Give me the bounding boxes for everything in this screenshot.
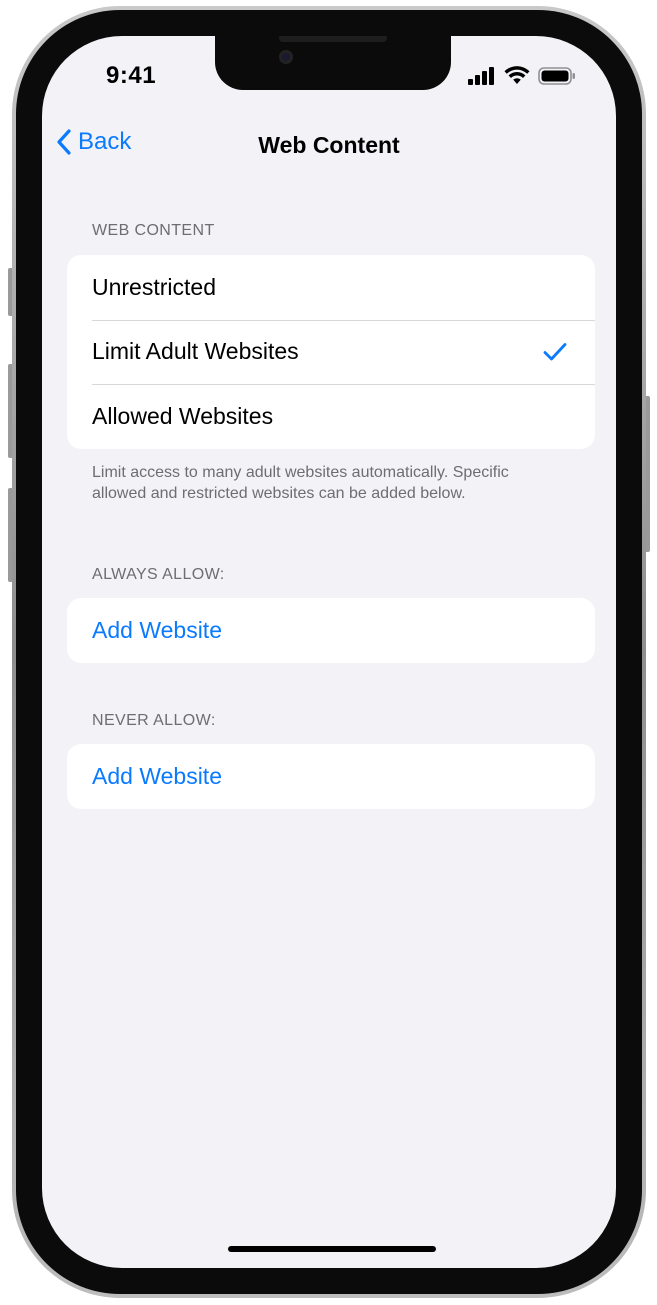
always-allow-section-header: ALWAYS ALLOW:	[92, 566, 225, 583]
phone-screen: 9:41 Back Web Content WEB CONTENT Unrest…	[42, 36, 616, 1268]
web-content-footer-text: Limit access to many adult websites auto…	[92, 464, 509, 502]
option-label: Limit Adult Websites	[92, 338, 299, 365]
earpiece-speaker	[279, 36, 387, 42]
home-indicator[interactable]	[228, 1246, 436, 1252]
always-allow-group: Add Website	[67, 598, 595, 663]
never-allow-group: Add Website	[67, 744, 595, 809]
notch	[215, 36, 451, 90]
option-label: Allowed Websites	[92, 402, 274, 429]
add-website-label: Add Website	[92, 762, 222, 789]
option-label: Unrestricted	[92, 273, 216, 300]
checkmark-icon	[543, 342, 567, 360]
phone-bezel: 9:41 Back Web Content WEB CONTENT Unrest…	[16, 10, 642, 1294]
cellular-signal-icon	[468, 66, 494, 85]
wifi-icon	[504, 66, 530, 84]
page-title: Web Content	[258, 132, 400, 158]
never-allow-section-header: NEVER ALLOW:	[92, 712, 216, 729]
battery-icon	[538, 66, 575, 85]
phone-frame: 9:41 Back Web Content WEB CONTENT Unrest…	[12, 6, 646, 1298]
status-time: 9:41	[106, 62, 157, 89]
option-unrestricted[interactable]: Unrestricted	[67, 255, 595, 320]
web-content-options-group: Unrestricted Limit Adult Websites Allowe…	[67, 255, 595, 449]
option-allowed-websites[interactable]: Allowed Websites	[67, 384, 595, 449]
option-limit-adult-websites[interactable]: Limit Adult Websites	[67, 319, 595, 385]
front-camera	[279, 50, 293, 64]
web-content-section-header: WEB CONTENT	[92, 222, 215, 239]
always-allow-add-website-button[interactable]: Add Website	[67, 598, 595, 663]
add-website-label: Add Website	[92, 616, 222, 643]
never-allow-add-website-button[interactable]: Add Website	[67, 744, 595, 809]
status-icons	[468, 66, 576, 85]
